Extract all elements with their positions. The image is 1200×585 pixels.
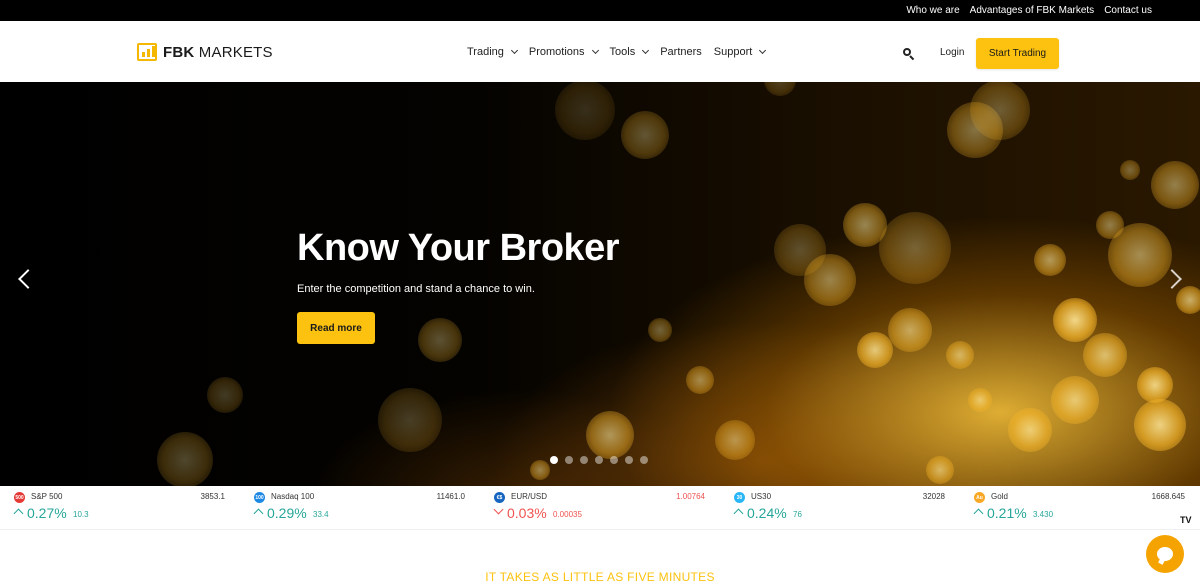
chevron-down-icon [759, 46, 767, 55]
absolute-change: 3.430 [1033, 510, 1054, 519]
main-nav: Trading Promotions Tools Partners Suppor… [467, 42, 767, 62]
percent-change: 0.21% [987, 505, 1027, 521]
instrument-price: 3853.1 [200, 492, 225, 501]
slider-dot[interactable] [625, 456, 633, 464]
nav-support[interactable]: Support [714, 46, 767, 58]
slider-dot[interactable] [640, 456, 648, 464]
main-header: FBK MARKETS Trading Promotions Tools Par… [0, 21, 1200, 82]
chevron-down-icon [510, 46, 518, 55]
arrow-up-icon [253, 508, 264, 519]
login-link[interactable]: Login [940, 47, 964, 58]
instrument-price: 1.00764 [676, 492, 705, 501]
percent-change: 0.27% [27, 505, 67, 521]
who-we-are-link[interactable]: Who we are [906, 5, 959, 16]
ticker-item[interactable]: 500 S&P 500 3853.1 0.27% 10.3 [0, 486, 240, 530]
instrument-badge-icon: €$ [494, 492, 505, 503]
absolute-change: 76 [793, 510, 802, 519]
absolute-change: 0.00035 [553, 510, 582, 519]
market-ticker: 500 S&P 500 3853.1 0.27% 10.3 100 Nasdaq 100 11… [0, 486, 1200, 530]
hero-title: Know Your Broker [297, 227, 620, 269]
top-utility-bar: Who we are Advantages of FBK Markets Con… [0, 0, 1200, 21]
percent-change: 0.29% [267, 505, 307, 521]
top-links: Who we are Advantages of FBK Markets Con… [906, 0, 1152, 21]
arrow-down-icon [493, 504, 504, 515]
slider-dot[interactable] [580, 456, 588, 464]
instrument-badge-icon: 500 [14, 492, 25, 503]
chevron-down-icon [591, 46, 599, 55]
chevron-down-icon [642, 46, 650, 55]
slider-dot[interactable] [610, 456, 618, 464]
instrument-name: Gold [991, 492, 1008, 501]
slider-dot[interactable] [565, 456, 573, 464]
advantages-link[interactable]: Advantages of FBK Markets [970, 5, 1095, 16]
hero-slider: Know Your Broker Enter the competition a… [0, 82, 1200, 486]
nav-tools[interactable]: Tools [610, 46, 650, 58]
chat-icon [1157, 547, 1173, 561]
logo[interactable]: FBK MARKETS [137, 43, 273, 61]
arrow-up-icon [13, 508, 24, 519]
instrument-name: S&P 500 [31, 492, 63, 501]
instrument-price: 32028 [922, 492, 945, 501]
arrow-up-icon [733, 508, 744, 519]
instrument-name: EUR/USD [511, 492, 548, 501]
hero-subtitle: Enter the competition and stand a chance… [297, 283, 535, 295]
start-trading-button[interactable]: Start Trading [976, 38, 1059, 69]
tradingview-logo-icon[interactable]: TV [1180, 515, 1192, 525]
ticker-item[interactable]: €$ EUR/USD 1.00764 0.03% 0.00035 [480, 486, 720, 530]
read-more-button[interactable]: Read more [297, 312, 375, 344]
instrument-badge-icon: 100 [254, 492, 265, 503]
ticker-item[interactable]: 30 US30 32028 0.24% 76 [720, 486, 960, 530]
instrument-name: US30 [751, 492, 772, 501]
nav-promotions[interactable]: Promotions [529, 46, 599, 58]
instrument-name: Nasdaq 100 [271, 492, 315, 501]
ticker-item[interactable]: Au Gold 1668.645 0.21% 3.430 [960, 486, 1200, 530]
slider-prev-arrow-icon[interactable] [18, 269, 38, 289]
instrument-badge-icon: 30 [734, 492, 745, 503]
absolute-change: 10.3 [73, 510, 89, 519]
slider-dots [550, 456, 648, 464]
instrument-badge-icon: Au [974, 492, 985, 503]
percent-change: 0.03% [507, 505, 547, 521]
chat-button[interactable] [1146, 535, 1184, 573]
arrow-up-icon [973, 508, 984, 519]
slider-dot[interactable] [550, 456, 558, 464]
ticker-item[interactable]: 100 Nasdaq 100 11461.0 0.29% 33.4 [240, 486, 480, 530]
instrument-price: 1668.645 [1151, 492, 1185, 501]
nav-trading[interactable]: Trading [467, 46, 518, 58]
logo-chart-icon [137, 43, 157, 61]
search-icon[interactable] [903, 48, 915, 61]
nav-partners[interactable]: Partners [660, 46, 702, 58]
absolute-change: 33.4 [313, 510, 329, 519]
instrument-price: 11461.0 [436, 492, 465, 501]
section-title: IT TAKES AS LITTLE AS FIVE MINUTES [485, 570, 715, 584]
logo-text: FBK MARKETS [163, 43, 273, 61]
percent-change: 0.24% [747, 505, 787, 521]
contact-us-link[interactable]: Contact us [1104, 5, 1152, 16]
slider-dot[interactable] [595, 456, 603, 464]
